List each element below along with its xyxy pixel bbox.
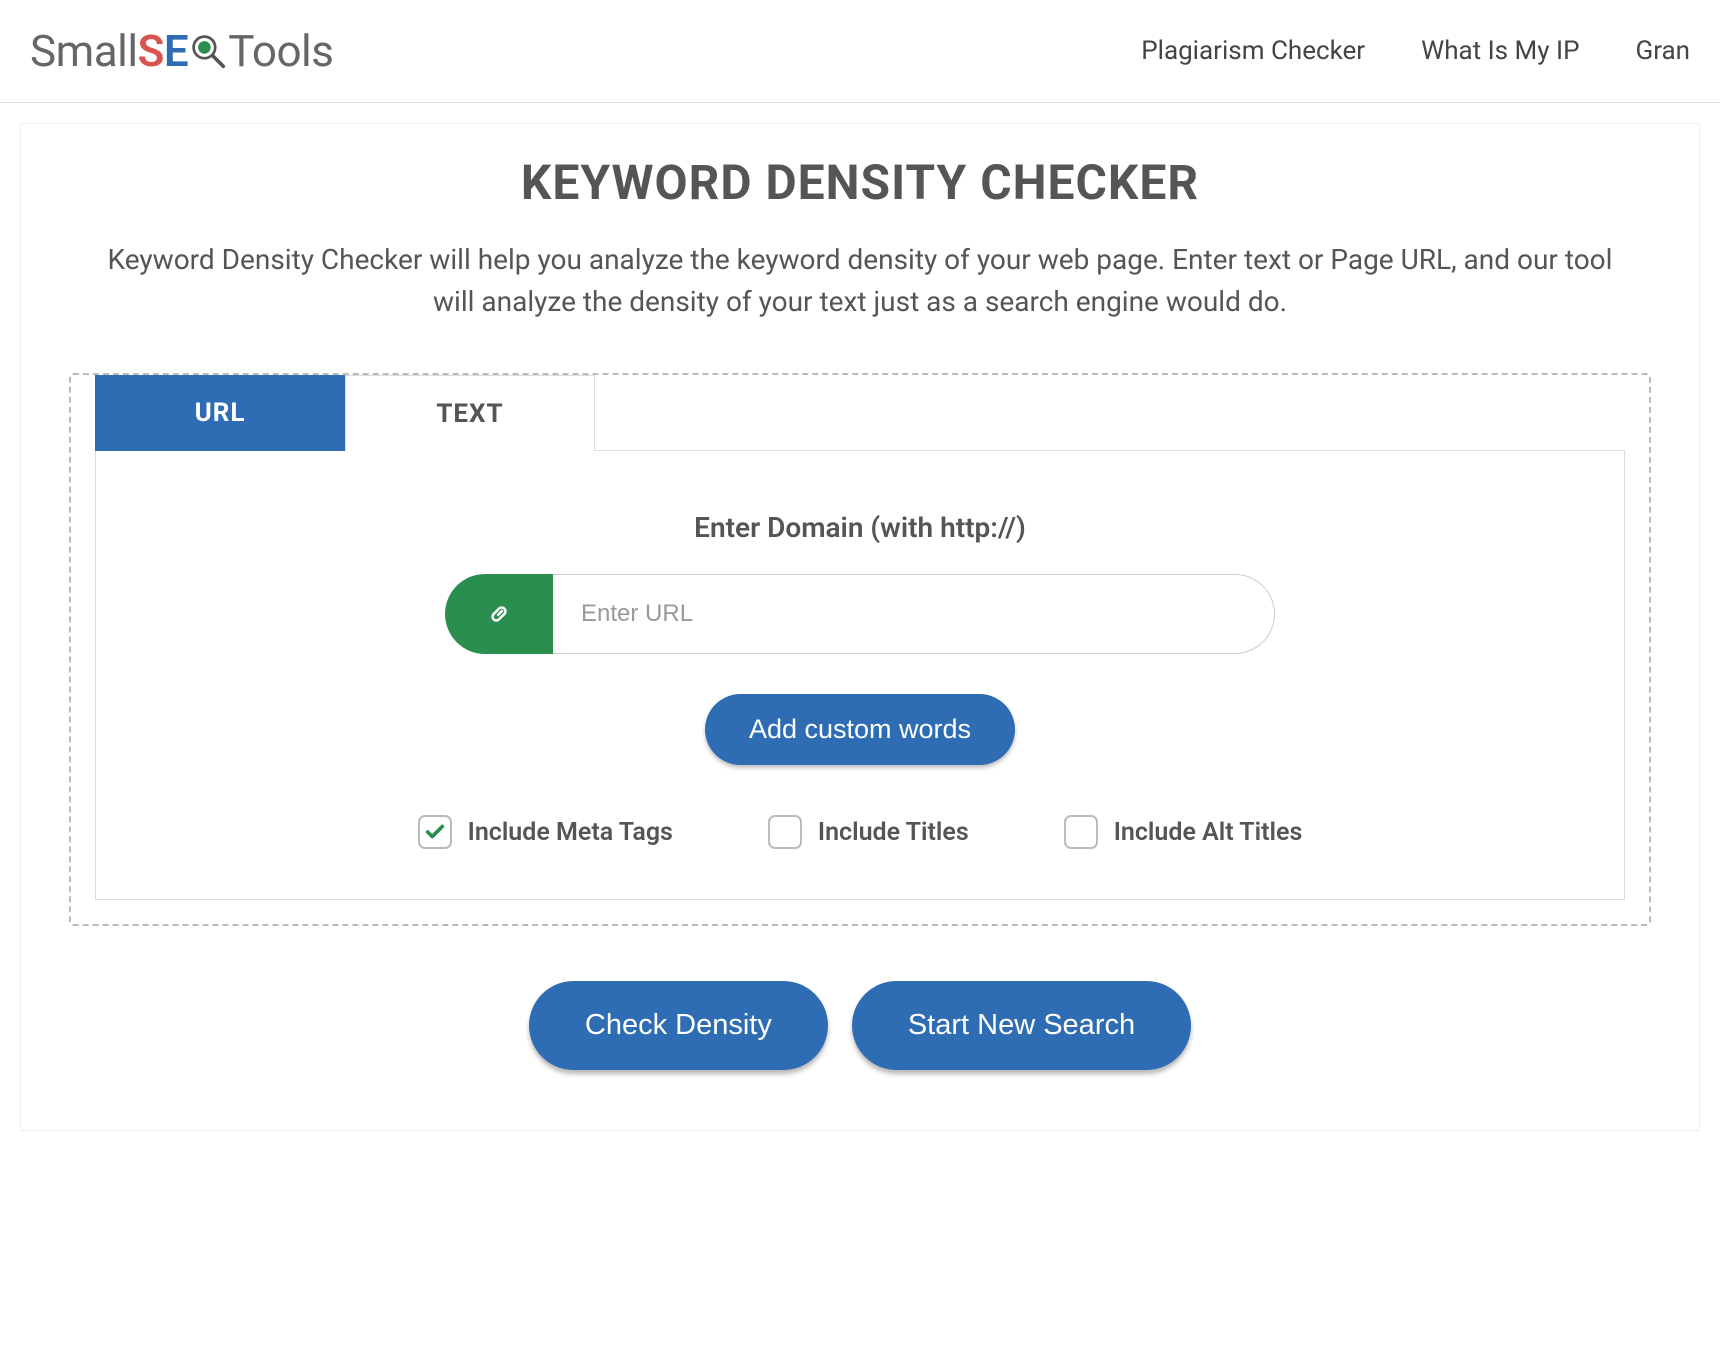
option-alt: Include Alt Titles	[1064, 815, 1303, 849]
page-title: KEYWORD DENSITY CHECKER	[21, 154, 1699, 211]
top-nav: Plagiarism Checker What Is My IP Gran	[1141, 36, 1690, 66]
page-subtitle: Keyword Density Checker will help you an…	[70, 239, 1650, 323]
logo[interactable]: Small S E Tools	[30, 25, 333, 77]
url-panel: Enter Domain (with http://) Add custom w…	[95, 450, 1625, 900]
start-new-search-button[interactable]: Start New Search	[852, 981, 1191, 1070]
add-custom-row: Add custom words	[136, 694, 1584, 765]
header: Small S E Tools Plagiarism Checker What …	[0, 0, 1720, 103]
tab-text[interactable]: TEXT	[345, 375, 595, 451]
add-custom-words-button[interactable]: Add custom words	[705, 694, 1015, 765]
tool-box: URL TEXT Enter Domain (with http://) Add…	[69, 373, 1651, 926]
checkbox-titles[interactable]	[768, 815, 802, 849]
nav-what-is-my-ip[interactable]: What Is My IP	[1421, 36, 1579, 66]
checkbox-alt-label: Include Alt Titles	[1114, 818, 1303, 847]
check-density-button[interactable]: Check Density	[529, 981, 828, 1070]
link-icon	[445, 574, 553, 654]
logo-text-s: S	[138, 25, 164, 77]
url-input-group	[445, 574, 1275, 654]
logo-text-tools: Tools	[228, 25, 333, 77]
checkbox-titles-label: Include Titles	[818, 818, 969, 847]
option-meta: Include Meta Tags	[418, 815, 673, 849]
url-input[interactable]	[553, 574, 1275, 654]
tabs: URL TEXT	[95, 375, 1625, 451]
nav-plagiarism-checker[interactable]: Plagiarism Checker	[1141, 36, 1365, 66]
checkbox-meta-label: Include Meta Tags	[468, 818, 673, 847]
option-titles: Include Titles	[768, 815, 969, 849]
main-container: KEYWORD DENSITY CHECKER Keyword Density …	[20, 123, 1700, 1131]
domain-label: Enter Domain (with http://)	[136, 511, 1584, 544]
action-row: Check Density Start New Search	[21, 981, 1699, 1070]
magnifier-icon	[190, 33, 226, 69]
options-row: Include Meta Tags Include Titles Include…	[136, 815, 1584, 849]
tab-url[interactable]: URL	[95, 375, 345, 451]
logo-text-e: E	[164, 25, 188, 77]
checkbox-meta[interactable]	[418, 815, 452, 849]
logo-text-small: Small	[30, 25, 138, 77]
input-row	[136, 574, 1584, 654]
nav-grammar[interactable]: Gran	[1635, 36, 1690, 66]
checkbox-alt[interactable]	[1064, 815, 1098, 849]
